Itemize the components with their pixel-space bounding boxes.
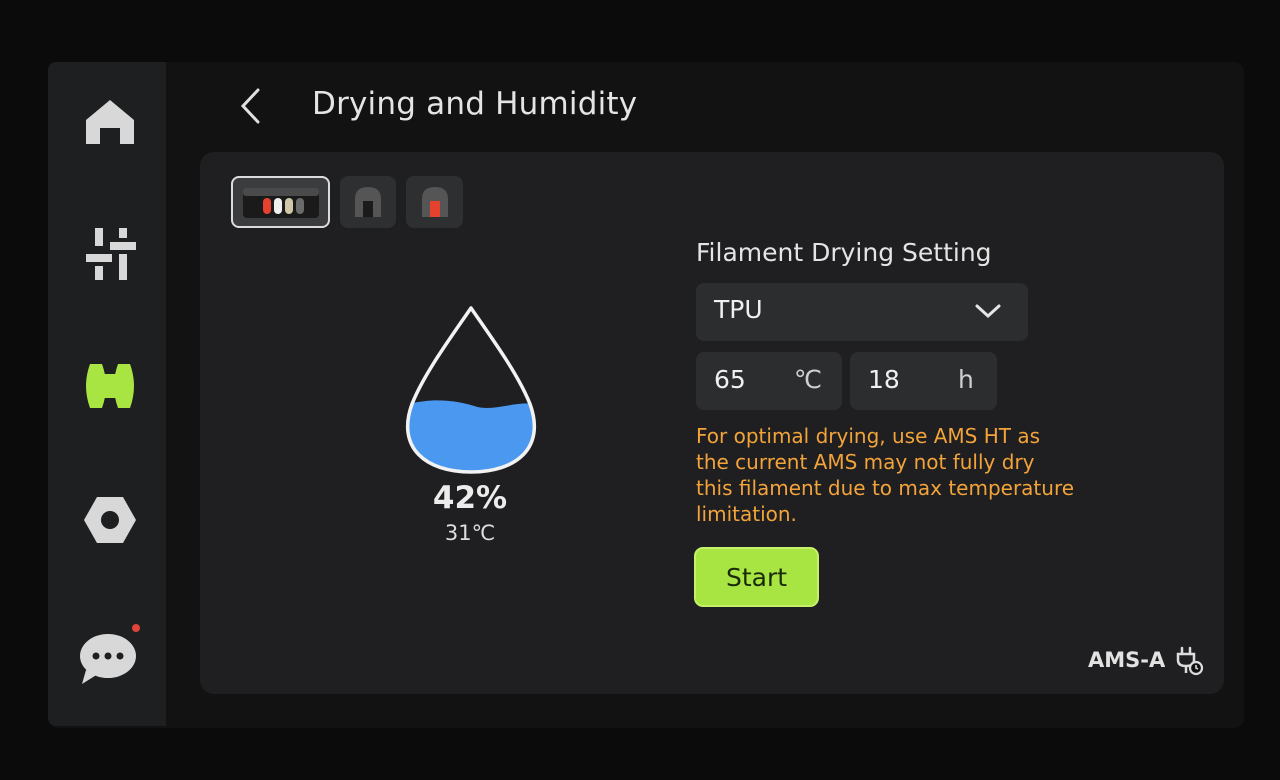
warning-text: For optimal drying, use AMS HT as the cu… bbox=[696, 424, 1075, 526]
sidebar bbox=[48, 62, 166, 726]
hex-nut-icon bbox=[84, 497, 136, 543]
material-select[interactable]: TPU bbox=[696, 283, 1028, 341]
ams-tab-ht-2[interactable] bbox=[406, 176, 463, 228]
ams-tab-four-slot[interactable] bbox=[231, 176, 330, 228]
time-value: 18 bbox=[868, 365, 900, 394]
time-unit: h bbox=[958, 365, 974, 394]
material-value: TPU bbox=[714, 295, 763, 324]
water-drop-icon bbox=[405, 306, 537, 474]
section-title: Filament Drying Setting bbox=[696, 238, 992, 267]
chevron-down-icon bbox=[975, 304, 1001, 319]
ams-single-slot-icon bbox=[355, 187, 381, 217]
nav-settings[interactable] bbox=[78, 488, 142, 552]
nav-controls[interactable] bbox=[78, 222, 142, 286]
page-title: Drying and Humidity bbox=[312, 86, 638, 122]
nav-messages[interactable] bbox=[78, 622, 142, 686]
time-field[interactable]: 18 h bbox=[850, 352, 997, 410]
nav-home[interactable] bbox=[78, 90, 142, 154]
start-button[interactable]: Start bbox=[694, 547, 819, 607]
power-plug-icon bbox=[1176, 646, 1204, 676]
ams-single-slot-red-icon bbox=[421, 187, 448, 217]
home-icon bbox=[86, 100, 134, 144]
sliders-icon bbox=[86, 228, 136, 280]
back-button[interactable] bbox=[228, 82, 272, 130]
humidity-drop bbox=[398, 300, 544, 480]
temperature-value: 65 bbox=[714, 365, 746, 394]
current-temperature: 31℃ bbox=[444, 521, 496, 545]
humidity-value: 42% bbox=[432, 480, 508, 516]
nav-filament[interactable] bbox=[78, 354, 142, 418]
chevron-left-icon bbox=[240, 88, 260, 124]
ams-four-slot-icon bbox=[242, 188, 319, 218]
temperature-field[interactable]: 65 ℃ bbox=[696, 352, 842, 410]
notification-badge bbox=[132, 624, 140, 632]
ams-label: AMS-A bbox=[1088, 648, 1166, 672]
chat-bubble-icon bbox=[80, 624, 140, 684]
spool-icon bbox=[86, 364, 134, 408]
ams-tab-ht-1[interactable] bbox=[340, 176, 396, 228]
temperature-unit: ℃ bbox=[794, 365, 823, 394]
